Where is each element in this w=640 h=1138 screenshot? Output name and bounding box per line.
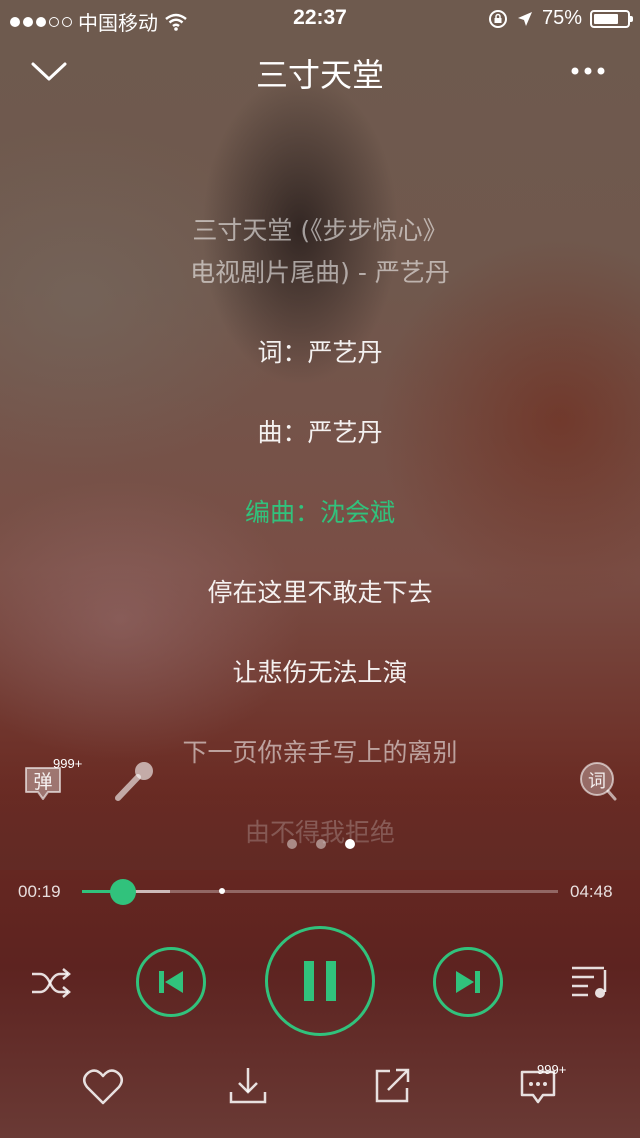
page-dot <box>287 839 297 849</box>
comment-count-badge: 999+ <box>537 1062 567 1077</box>
microphone-icon[interactable] <box>112 760 156 802</box>
status-right: 75% <box>488 7 633 30</box>
heart-icon[interactable] <box>82 1068 124 1106</box>
lyric-line: 词：严艺丹 <box>257 338 383 367</box>
pause-button[interactable] <box>265 926 375 1036</box>
lyric-line: 停在这里不敢走下去 <box>207 578 433 607</box>
previous-button[interactable] <box>136 947 206 1017</box>
lyrics-panel[interactable]: 三寸天堂 (《步步惊心》 电视剧片尾曲) - 严艺丹 词：严艺丹 曲：严艺丹 编… <box>0 210 640 854</box>
lyric-line: 电视剧片尾曲) - 严艺丹 <box>190 258 450 287</box>
share-icon[interactable] <box>372 1066 412 1106</box>
progress-knob[interactable] <box>109 879 136 905</box>
song-title: 三寸天堂 <box>255 56 384 94</box>
lyric-search-label: 词 <box>588 771 606 792</box>
lyric-search-button[interactable]: 词 <box>578 761 618 801</box>
lyric-line: 下一页你亲手写上的离别 <box>182 738 458 767</box>
battery-percent: 75% <box>541 7 582 29</box>
page-dot <box>345 839 355 849</box>
page-dot <box>316 839 326 849</box>
lyric-line: 曲：严艺丹 <box>257 418 383 447</box>
previous-icon <box>159 971 183 993</box>
lyric-line: 三寸天堂 (《步步惊心》 <box>192 216 448 245</box>
pause-icon <box>304 961 336 1001</box>
download-icon[interactable] <box>228 1066 268 1106</box>
location-icon <box>517 11 532 26</box>
climax-marker <box>219 888 225 894</box>
next-icon <box>456 971 480 993</box>
status-bar: 中国移动 22:37 75% <box>0 0 640 36</box>
elapsed-time: 00:19 <box>18 882 61 901</box>
rotation-lock-icon <box>488 9 507 28</box>
lyric-line-current: 编曲：沈会斌 <box>244 498 395 527</box>
total-time: 04:48 <box>570 882 613 901</box>
next-button[interactable] <box>433 947 503 1017</box>
lyric-line: 让悲伤无法上演 <box>232 658 408 687</box>
battery-icon <box>590 9 633 28</box>
danmu-label: 弹 <box>33 771 53 793</box>
more-icon[interactable] <box>570 66 606 76</box>
shuffle-icon[interactable] <box>30 966 72 1000</box>
playlist-icon[interactable] <box>570 962 612 1002</box>
danmu-count-badge: 999+ <box>53 756 83 771</box>
